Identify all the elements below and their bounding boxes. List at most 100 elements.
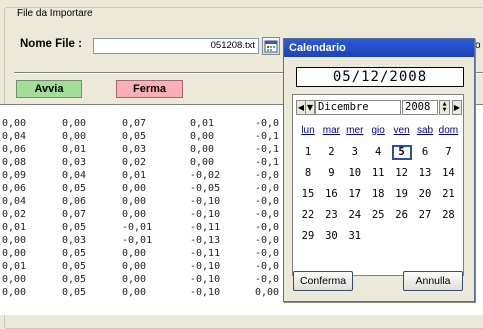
calendar-day[interactable]: 31 (345, 229, 365, 244)
calendar-day[interactable]: 15 (298, 187, 318, 202)
table-cell: -0,0 (255, 235, 280, 246)
table-cell: 0,08 (2, 157, 27, 168)
table-cell: 0,05 (62, 287, 87, 298)
table-cell: 0,05 (62, 248, 87, 259)
table-cell: -0,1 (255, 144, 280, 155)
calendar-day[interactable]: 4 (368, 145, 388, 160)
table-cell: 0,00 (2, 274, 27, 285)
table-cell: 0,00 (190, 157, 215, 168)
calendar-day[interactable]: 27 (415, 208, 435, 223)
table-cell: 0,01 (2, 261, 27, 272)
calendar-day[interactable]: 26 (392, 208, 412, 223)
cancel-button[interactable]: Annulla (403, 271, 463, 291)
calendar-day[interactable]: 17 (345, 187, 365, 202)
calendar-panel: ◀ ▼ Dicembre 2008 ▲ ▼ ▶ lun mar mer gio ven s… (292, 94, 464, 276)
table-cell: 0,00 (2, 235, 27, 246)
group-title: File da Importare (15, 8, 95, 19)
calendar-day[interactable]: 3 (345, 145, 365, 160)
calendar-day[interactable]: 6 (415, 145, 435, 160)
table-cell: 0,00 (190, 131, 215, 142)
calendar-day[interactable]: 19 (392, 187, 412, 202)
table-cell: 0,05 (62, 274, 87, 285)
table-cell: 0,00 (122, 248, 147, 259)
table-cell: -0,0 (255, 261, 280, 272)
table-cell: -0,10 (190, 196, 221, 207)
table-cell: 0,04 (62, 170, 87, 181)
calendar-day[interactable]: 2 (321, 145, 341, 160)
calendar-day[interactable]: 18 (368, 187, 388, 202)
next-month-button[interactable]: ▶ (452, 100, 462, 115)
table-cell: 0,03 (122, 144, 147, 155)
selected-date-display: 05/12/2008 (296, 67, 464, 87)
table-cell: 0,00 (122, 274, 147, 285)
weekday-label: mar (322, 125, 340, 136)
calendar-day[interactable]: 12 (392, 166, 412, 181)
table-cell: -0,0 (255, 248, 280, 259)
calendar-day[interactable]: 10 (345, 166, 365, 181)
weekday-label: ven (393, 125, 410, 136)
table-cell: 0,05 (122, 131, 147, 142)
table-cell: 0,00 (122, 209, 147, 220)
table-cell: -0,11 (190, 222, 221, 233)
table-cell: 0,00 (62, 131, 87, 142)
month-dropdown-button[interactable]: ▼ (305, 100, 315, 115)
calendar-day[interactable]: 1 (298, 145, 318, 160)
table-cell: 0,05 (62, 222, 87, 233)
month-select[interactable]: Dicembre (315, 100, 401, 115)
calendar-day[interactable]: 22 (298, 208, 318, 223)
calendar-day[interactable]: 13 (415, 166, 435, 181)
calendar-day[interactable]: 29 (298, 229, 318, 244)
table-cell: 0,01 (190, 118, 215, 129)
table-cell: -0,10 (190, 261, 221, 272)
arrow-right-icon: ▶ (453, 103, 461, 112)
weekday-label: mer (346, 125, 364, 136)
calendar-day[interactable]: 21 (438, 187, 458, 202)
start-button[interactable]: Avvia (16, 80, 82, 98)
calendar-day[interactable]: 24 (345, 208, 365, 223)
calendar-day[interactable]: 14 (438, 166, 458, 181)
clipped-text: o (475, 40, 481, 51)
table-cell: 0,02 (2, 209, 27, 220)
table-cell: 0,07 (122, 118, 147, 129)
table-cell: -0,10 (190, 209, 221, 220)
file-name-input[interactable]: 051208.txt (93, 38, 259, 54)
calendar-day[interactable]: 8 (298, 166, 318, 181)
file-name-label: Nome File : (20, 38, 82, 50)
calendar-day[interactable]: 9 (321, 166, 341, 181)
table-cell: 0,05 (62, 183, 87, 194)
table-cell: -0,13 (190, 235, 221, 246)
stop-button[interactable]: Ferma (116, 80, 183, 98)
table-cell: 0,00 (122, 261, 147, 272)
table-cell: 0,00 (2, 248, 27, 259)
calendar-day[interactable]: 7 (438, 145, 458, 160)
year-input[interactable]: 2008 (402, 100, 438, 115)
table-cell: -0,0 (255, 118, 280, 129)
table-cell: 0,02 (122, 157, 147, 168)
table-cell: 0,04 (2, 131, 27, 142)
table-cell: 0,00 (2, 287, 27, 298)
calendar-day[interactable]: 28 (438, 208, 458, 223)
year-spinner[interactable]: ▲ ▼ (439, 100, 450, 115)
calendar-day[interactable]: 11 (368, 166, 388, 181)
calendar-button[interactable] (262, 37, 280, 55)
table-cell: -0,10 (190, 274, 221, 285)
table-cell: -0,05 (190, 183, 221, 194)
calendar-day[interactable]: 23 (321, 208, 341, 223)
table-cell: 0,06 (62, 196, 87, 207)
table-cell: -0,01 (122, 222, 153, 233)
table-cell: -0,0 (255, 183, 280, 194)
table-cell: -0,1 (255, 157, 280, 168)
table-cell: 0,01 (122, 170, 147, 181)
table-cell: 0,00 (62, 118, 87, 129)
table-cell: 0,00 (122, 183, 147, 194)
table-cell: 0,00 (122, 287, 147, 298)
spin-down-icon: ▼ (442, 107, 447, 113)
calendar-day[interactable]: 25 (368, 208, 388, 223)
calendar-day[interactable]: 30 (321, 229, 341, 244)
calendar-day[interactable]: 16 (321, 187, 341, 202)
calendar-day[interactable]: 5 (391, 145, 412, 160)
calendar-dialog: Calendario 05/12/2008 ◀ ▼ Dicembre 2008 … (283, 38, 475, 302)
confirm-button[interactable]: Conferma (293, 271, 353, 291)
calendar-day[interactable]: 20 (415, 187, 435, 202)
table-cell: 0,06 (2, 183, 27, 194)
